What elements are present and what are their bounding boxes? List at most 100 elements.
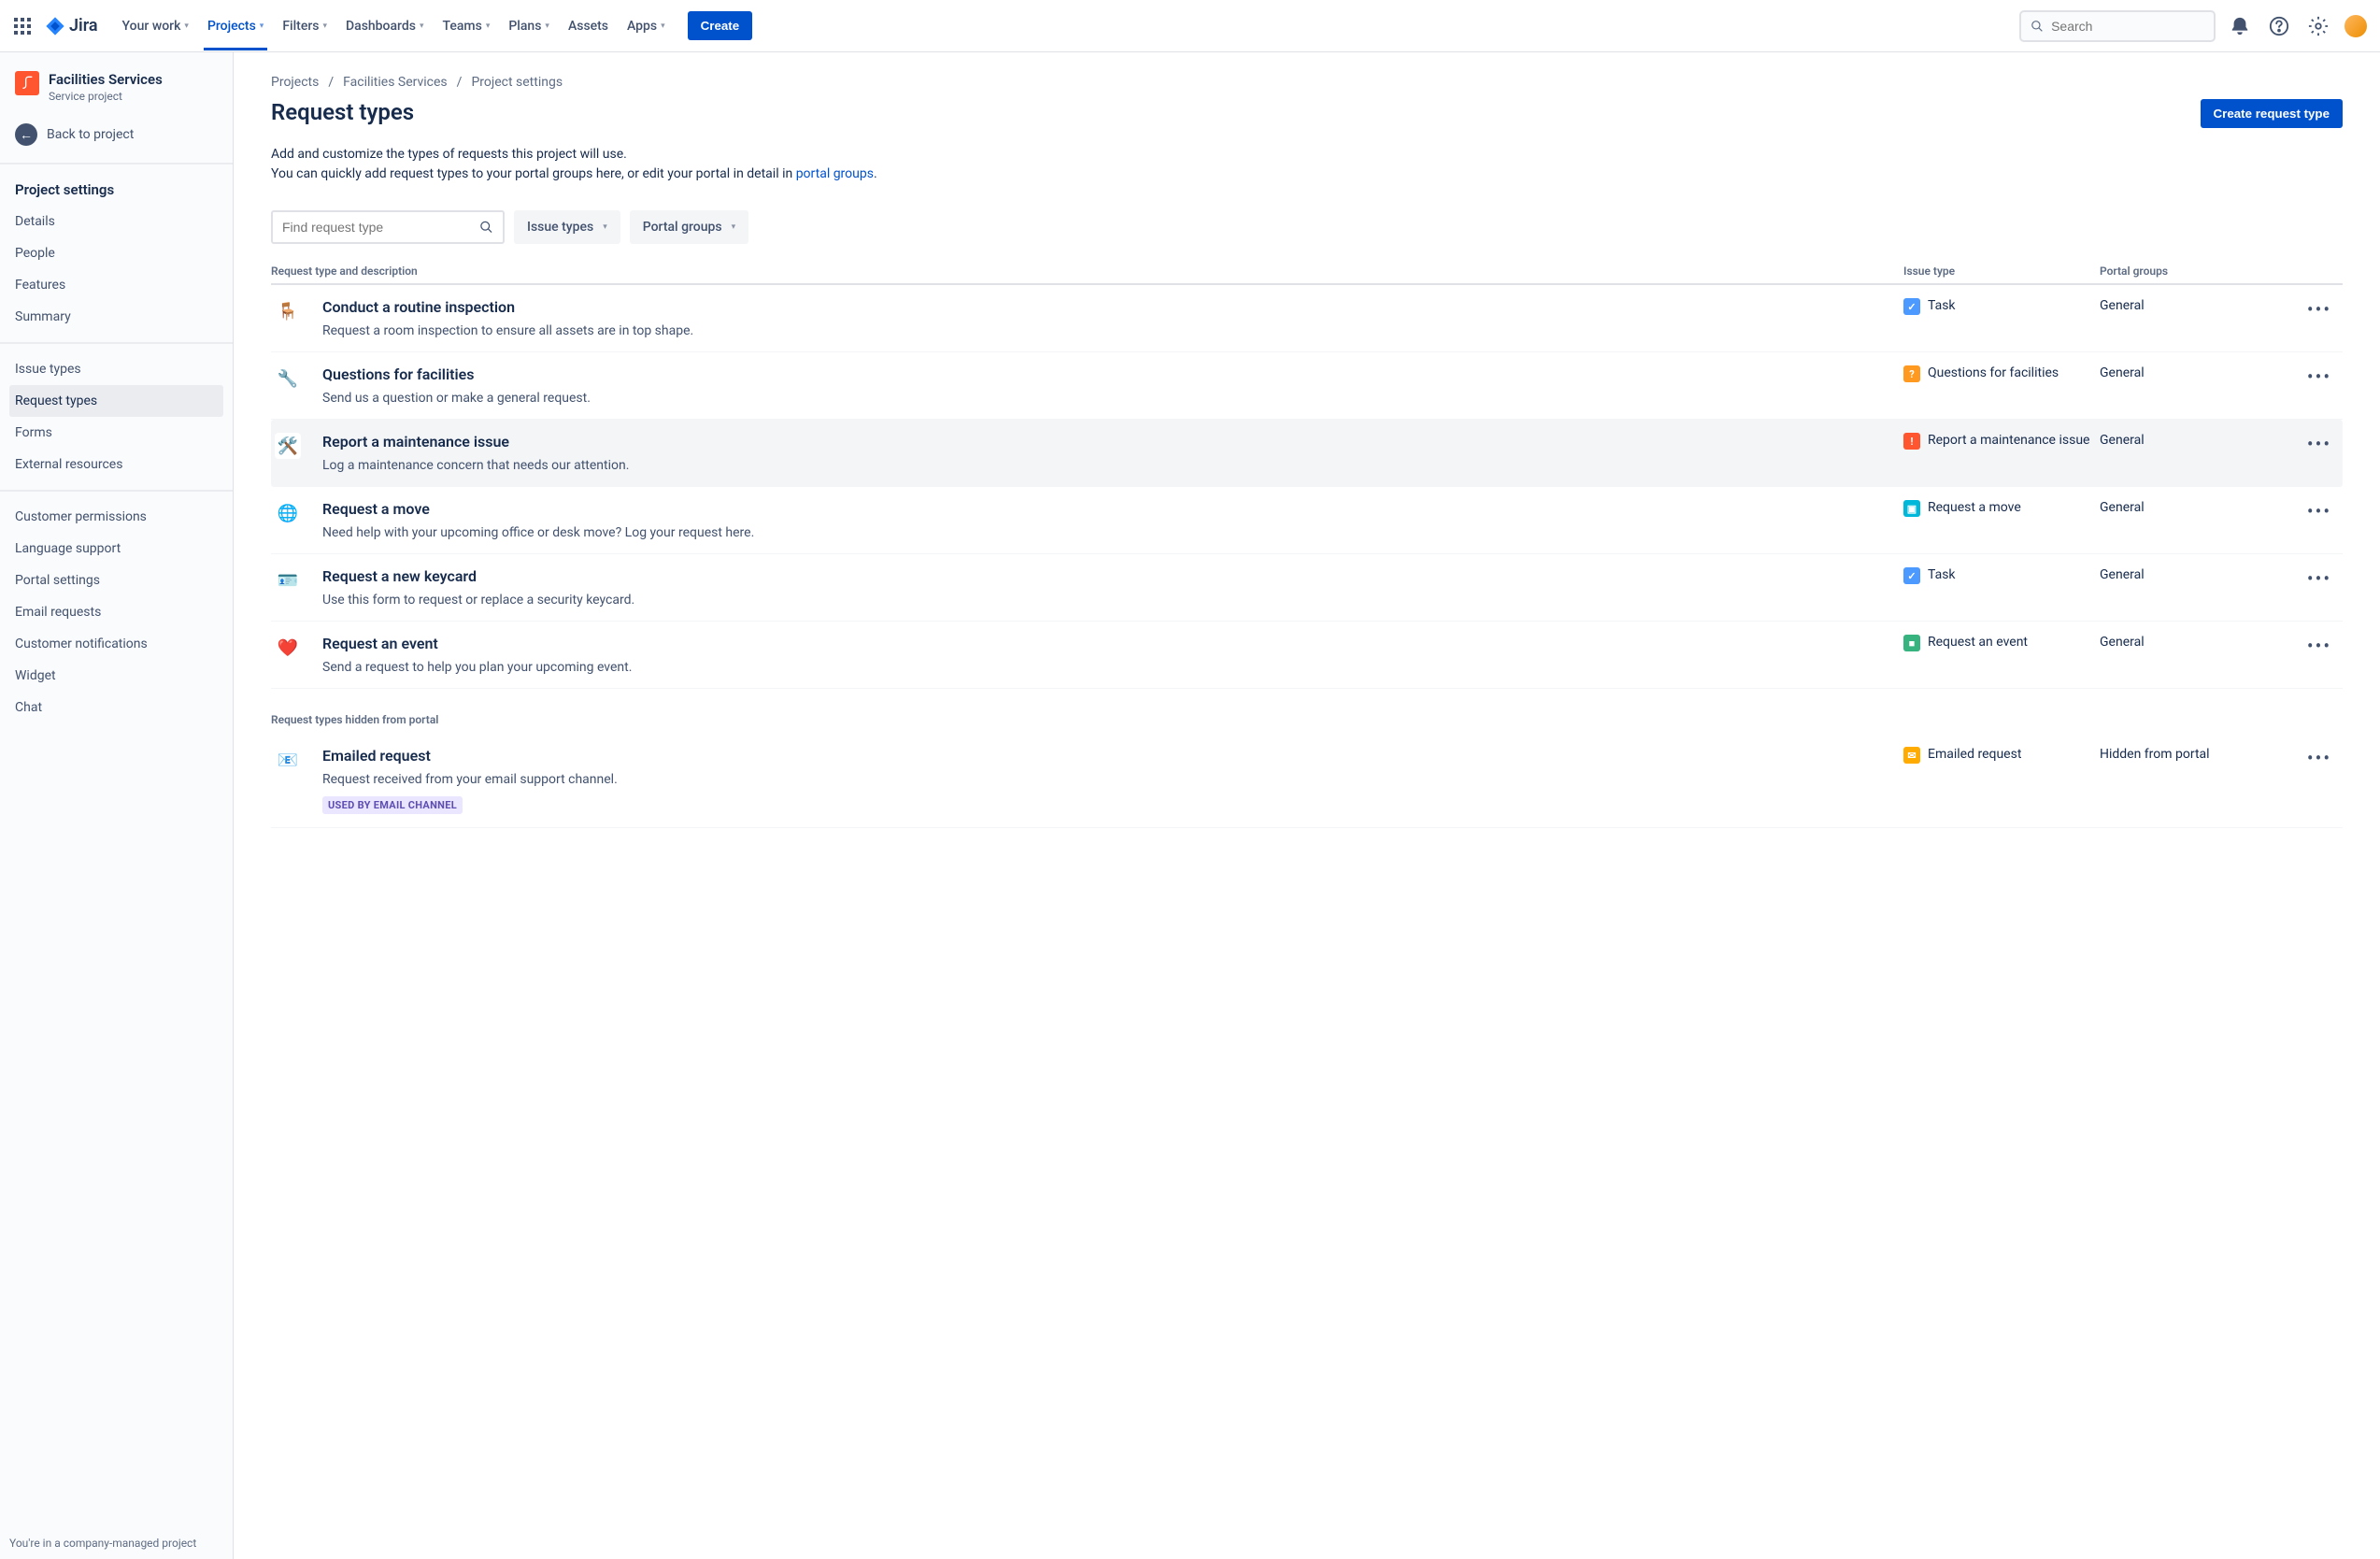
nav-item-label: Apps <box>627 19 657 34</box>
nav-item-dashboards[interactable]: Dashboards▾ <box>336 11 433 41</box>
breadcrumb-item[interactable]: Facilities Services <box>343 75 448 90</box>
app-switcher-icon[interactable] <box>11 15 34 37</box>
sidebar-item-email-requests[interactable]: Email requests <box>9 596 223 628</box>
notifications-icon[interactable] <box>2225 11 2255 41</box>
portal-group-cell: General <box>2100 298 2296 313</box>
table-row[interactable]: 🔧 Questions for facilities Send us a que… <box>271 352 2343 420</box>
create-button[interactable]: Create <box>688 11 753 40</box>
desc-line2b: . <box>874 166 877 181</box>
issue-type-icon: ? <box>1903 365 1920 382</box>
issue-type-cell: ? Questions for facilities <box>1903 365 2100 382</box>
chip-label: Portal groups <box>643 220 722 235</box>
row-actions-icon[interactable]: ••• <box>2296 365 2343 388</box>
breadcrumb-item[interactable]: Project settings <box>471 75 563 90</box>
request-type-title: Questions for facilities <box>322 365 1903 383</box>
sidebar-item-issue-types[interactable]: Issue types <box>9 353 223 385</box>
portal-groups-link[interactable]: portal groups <box>796 166 874 181</box>
sidebar-item-details[interactable]: Details <box>9 206 223 237</box>
settings-icon[interactable] <box>2303 11 2333 41</box>
jira-logo-text: Jira <box>69 16 98 36</box>
table-row[interactable]: 🌐 Request a move Need help with your upc… <box>271 487 2343 554</box>
page-description: Add and customize the types of requests … <box>271 145 2343 184</box>
request-type-desc: Send a request to help you plan your upc… <box>322 660 1903 675</box>
global-search-input[interactable] <box>2051 19 2204 34</box>
sidebar-item-people[interactable]: People <box>9 237 223 269</box>
col-request-type: Request type and description <box>271 265 1903 278</box>
global-search[interactable] <box>2019 10 2216 42</box>
request-type-icon: 🪑 <box>275 298 301 324</box>
request-type-title: Emailed request <box>322 747 1903 765</box>
row-actions-icon[interactable]: ••• <box>2296 747 2343 769</box>
nav-item-assets[interactable]: Assets <box>559 11 618 41</box>
row-actions-icon[interactable]: ••• <box>2296 635 2343 657</box>
nav-item-teams[interactable]: Teams▾ <box>434 11 500 41</box>
sidebar-item-widget[interactable]: Widget <box>9 660 223 692</box>
breadcrumb: Projects / Facilities Services / Project… <box>271 75 2343 90</box>
chevron-down-icon: ▾ <box>184 21 189 31</box>
issue-type-icon: ✉ <box>1903 747 1920 764</box>
sidebar-item-external-resources[interactable]: External resources <box>9 449 223 480</box>
sidebar-item-portal-settings[interactable]: Portal settings <box>9 565 223 596</box>
issue-type-label: Emailed request <box>1928 747 2021 762</box>
issue-types-filter[interactable]: Issue types▾ <box>514 210 620 244</box>
row-actions-icon[interactable]: ••• <box>2296 298 2343 321</box>
nav-item-your-work[interactable]: Your work▾ <box>113 11 198 41</box>
issue-type-icon: ▣ <box>1903 500 1920 517</box>
row-actions-icon[interactable]: ••• <box>2296 500 2343 522</box>
sidebar: Facilities Services Service project ← Ba… <box>0 52 234 1559</box>
jira-logo[interactable]: Jira <box>45 16 98 36</box>
request-types-table: Request type and description Issue type … <box>271 265 2343 828</box>
chevron-down-icon: ▾ <box>420 21 424 31</box>
chevron-down-icon: ▾ <box>486 21 491 31</box>
issue-type-label: Report a maintenance issue <box>1928 433 2089 448</box>
sidebar-item-summary[interactable]: Summary <box>9 301 223 333</box>
back-to-project[interactable]: ← Back to project <box>9 116 223 153</box>
row-actions-icon[interactable]: ••• <box>2296 567 2343 590</box>
request-type-icon: ❤️ <box>275 635 301 661</box>
create-request-type-button[interactable]: Create request type <box>2201 99 2343 128</box>
nav-item-filters[interactable]: Filters▾ <box>273 11 336 41</box>
sidebar-item-forms[interactable]: Forms <box>9 417 223 449</box>
sidebar-item-customer-notifications[interactable]: Customer notifications <box>9 628 223 660</box>
find-request-type-input[interactable] <box>282 220 479 235</box>
sidebar-item-customer-permissions[interactable]: Customer permissions <box>9 501 223 533</box>
nav-item-projects[interactable]: Projects▾ <box>198 11 273 41</box>
request-type-title: Request a move <box>322 500 1903 518</box>
chevron-down-icon: ▾ <box>732 222 736 232</box>
sidebar-item-chat[interactable]: Chat <box>9 692 223 723</box>
portal-groups-filter[interactable]: Portal groups ▾ <box>630 210 748 244</box>
nav-item-label: Your work <box>122 19 181 34</box>
sidebar-item-request-types[interactable]: Request types <box>9 385 223 417</box>
portal-group-cell: Hidden from portal <box>2100 747 2296 762</box>
issue-type-icon: ✓ <box>1903 298 1920 315</box>
sidebar-item-features[interactable]: Features <box>9 269 223 301</box>
portal-group-cell: General <box>2100 433 2296 448</box>
chevron-down-icon: ▾ <box>545 21 549 31</box>
table-row[interactable]: 🛠️ Report a maintenance issue Log a main… <box>271 420 2343 487</box>
request-type-icon: 🪪 <box>275 567 301 594</box>
top-nav-left: Jira Your work▾Projects▾Filters▾Dashboar… <box>11 11 752 41</box>
table-row[interactable]: 📧 Emailed request Request received from … <box>271 734 2343 828</box>
row-actions-icon[interactable]: ••• <box>2296 433 2343 455</box>
nav-item-label: Projects <box>207 19 256 34</box>
filter-controls: Issue types▾ Portal groups ▾ <box>271 210 2343 244</box>
find-request-type-field[interactable] <box>271 210 505 244</box>
help-icon[interactable] <box>2264 11 2294 41</box>
nav-item-plans[interactable]: Plans▾ <box>499 11 559 41</box>
request-type-desc: Use this form to request or replace a se… <box>322 593 1903 608</box>
request-type-desc: Log a maintenance concern that needs our… <box>322 458 1903 473</box>
table-row[interactable]: ❤️ Request an event Send a request to he… <box>271 622 2343 689</box>
desc-line1: Add and customize the types of requests … <box>271 145 2343 164</box>
back-label: Back to project <box>47 127 134 142</box>
table-row[interactable]: 🪑 Conduct a routine inspection Request a… <box>271 285 2343 352</box>
table-row[interactable]: 🪪 Request a new keycard Use this form to… <box>271 554 2343 622</box>
portal-group-cell: General <box>2100 365 2296 380</box>
breadcrumb-item[interactable]: Projects <box>271 75 319 90</box>
top-nav-right <box>2019 10 2369 42</box>
issue-type-icon: ■ <box>1903 635 1920 651</box>
request-type-title: Conduct a routine inspection <box>322 298 1903 316</box>
top-nav: Jira Your work▾Projects▾Filters▾Dashboar… <box>0 0 2380 52</box>
nav-item-apps[interactable]: Apps▾ <box>618 11 675 41</box>
sidebar-item-language-support[interactable]: Language support <box>9 533 223 565</box>
avatar[interactable] <box>2343 13 2369 39</box>
